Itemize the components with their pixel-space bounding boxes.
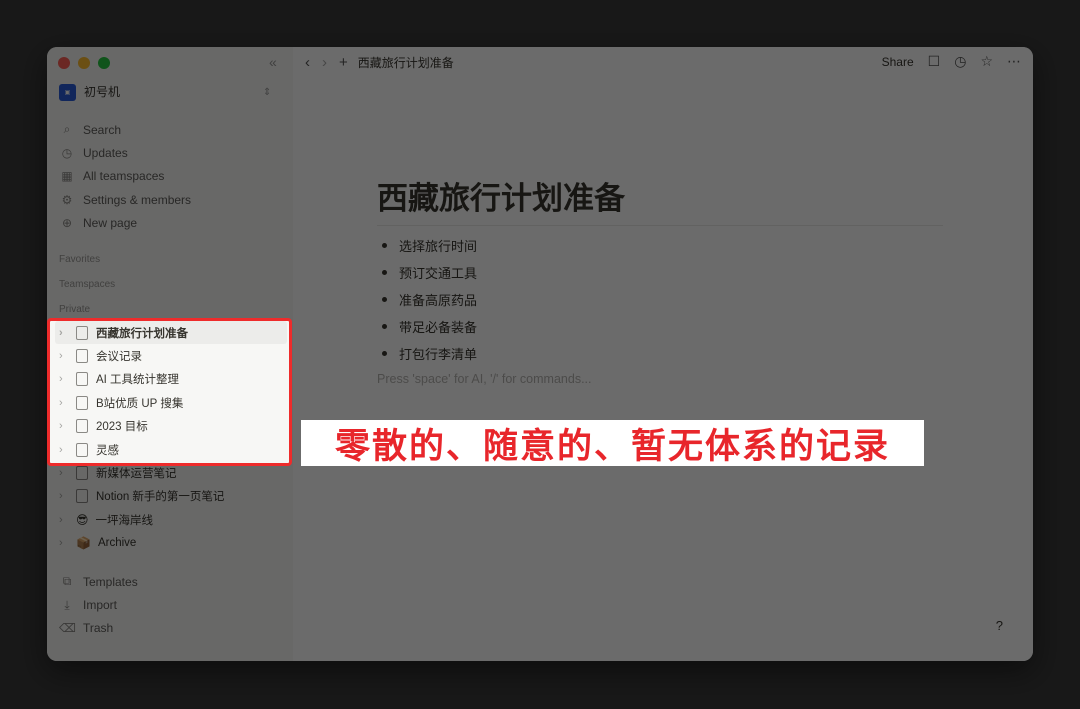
help-button[interactable]: ?	[996, 618, 1003, 633]
sidebar-item-templates[interactable]: ⧉ Templates	[59, 570, 138, 593]
minimize-window-button[interactable]	[78, 57, 90, 69]
templates-icon: ⧉	[62, 574, 72, 589]
star-icon[interactable]: ☆	[980, 53, 993, 70]
list-item-text: 选择旅行时间	[399, 239, 478, 254]
forward-icon[interactable]: ›	[322, 54, 327, 71]
sidebar-item-trash[interactable]: ⌫ Trash	[59, 617, 138, 640]
bullet-list: 选择旅行时间 预订交通工具 准备高原药品 带足必备装备 打包行李清单	[377, 232, 477, 367]
sidebar-item-label: Templates	[83, 574, 138, 589]
sidebar-item-import[interactable]: ⤓ Import	[59, 593, 138, 616]
list-item[interactable]: 准备高原药品	[377, 286, 477, 313]
sidebar-item-all-teamspaces[interactable]: ▦ All teamspaces	[59, 165, 191, 188]
annotation-callout: 零散的、随意的、暂无体系的记录	[301, 420, 924, 466]
list-item[interactable]: 选择旅行时间	[377, 232, 477, 259]
sidebar-item-settings[interactable]: ⚙ Settings & members	[59, 188, 191, 211]
section-favorites[interactable]: Favorites	[59, 254, 100, 265]
close-window-button[interactable]	[58, 57, 70, 69]
section-private[interactable]: Private	[59, 304, 90, 315]
more-icon[interactable]: ⋯	[1007, 53, 1021, 70]
sidebar-item-label: New page	[83, 216, 138, 231]
clock-icon: ◷	[61, 146, 73, 161]
page-title[interactable]: 西藏旅行计划准备	[377, 173, 625, 218]
list-item-text: 带足必备装备	[399, 320, 478, 335]
trash-icon: ⌫	[59, 621, 76, 636]
search-icon: ⌕	[63, 122, 71, 137]
page-label: Archive	[97, 537, 137, 550]
sidebar-page-item[interactable]: › 📦 Archive	[55, 532, 287, 555]
highlight-frame	[47, 318, 292, 466]
list-item-text: 预订交通工具	[399, 266, 478, 281]
page-label: Notion 新手的第一页笔记	[96, 491, 225, 504]
list-item[interactable]: 打包行李清单	[377, 340, 477, 367]
editor-placeholder[interactable]: Press 'space' for AI, '/' for commands..…	[377, 372, 591, 386]
comment-icon[interactable]: ☐	[928, 53, 941, 70]
share-button[interactable]: Share	[882, 55, 914, 69]
divider	[377, 225, 943, 226]
bullet-dot-icon	[382, 324, 387, 329]
add-page-icon[interactable]: +	[339, 54, 348, 71]
sidebar-item-label: Import	[83, 598, 118, 613]
plus-circle-icon: ⊕	[61, 216, 73, 231]
history-icon[interactable]: ◷	[954, 53, 966, 70]
sidebar-page-item[interactable]: › Notion 新手的第一页笔记	[55, 485, 287, 508]
list-item-text: 准备高原药品	[399, 293, 478, 308]
collapse-sidebar-icon[interactable]: «	[269, 54, 277, 70]
list-item[interactable]: 预订交通工具	[377, 259, 477, 286]
sidebar-item-label: Trash	[83, 621, 114, 636]
chevron-right-icon[interactable]: ›	[59, 514, 71, 526]
sidebar-item-search[interactable]: ⌕ Search	[59, 118, 191, 141]
maximize-window-button[interactable]	[98, 57, 110, 69]
sidebar-item-new-page[interactable]: ⊕ New page	[59, 212, 191, 235]
sidebar-item-label: All teamspaces	[83, 169, 165, 184]
chevron-right-icon[interactable]: ›	[59, 467, 71, 479]
bullet-dot-icon	[382, 243, 387, 248]
bullet-dot-icon	[382, 270, 387, 275]
sidebar-nav: ⌕ Search ◷ Updates ▦ All teamspaces ⚙ Se…	[59, 118, 191, 235]
import-icon: ⤓	[64, 597, 70, 612]
sidebar-item-updates[interactable]: ◷ Updates	[59, 141, 191, 164]
main-content: ‹ › + 西藏旅行计划准备 Share ☐ ◷ ☆ ⋯ 西藏旅行计划准备 选择…	[293, 47, 1033, 661]
sidebar-page-item[interactable]: › 😎 一坪海岸线	[55, 508, 287, 531]
page-label: 一坪海岸线	[95, 514, 154, 527]
top-bar: ‹ › + 西藏旅行计划准备 Share ☐ ◷ ☆ ⋯	[293, 47, 1033, 77]
gear-icon: ⚙	[61, 192, 73, 207]
workspace-logo-icon: ▣	[59, 84, 76, 101]
workspace-name: 初号机	[84, 85, 121, 99]
box-emoji-icon: 📦	[76, 536, 91, 551]
workspace-switch-icon[interactable]: ⇕	[263, 87, 271, 98]
grid-icon: ▦	[61, 169, 73, 184]
chevron-right-icon[interactable]: ›	[59, 537, 71, 549]
bullet-dot-icon	[382, 297, 387, 302]
page-label: 新媒体运营笔记	[96, 468, 177, 481]
section-teamspaces[interactable]: Teamspaces	[59, 279, 115, 290]
back-icon[interactable]: ‹	[305, 54, 310, 71]
page-icon	[76, 466, 88, 481]
sidebar-item-label: Search	[83, 122, 122, 137]
chevron-right-icon[interactable]: ›	[59, 490, 71, 502]
list-item[interactable]: 带足必备装备	[377, 313, 477, 340]
window-controls	[58, 57, 110, 69]
workspace-switcher[interactable]: ▣ 初号机	[59, 83, 120, 101]
list-item-text: 打包行李清单	[399, 347, 478, 362]
sidebar-item-label: Settings & members	[83, 192, 192, 207]
sidebar-bottom-nav: ⧉ Templates ⤓ Import ⌫ Trash	[59, 570, 138, 640]
sidebar-item-label: Updates	[83, 146, 128, 161]
sunglasses-emoji-icon: 😎	[76, 512, 89, 527]
topbar-actions: Share ☐ ◷ ☆ ⋯	[882, 53, 1021, 70]
bullet-dot-icon	[382, 351, 387, 356]
page-icon	[76, 489, 88, 504]
breadcrumb[interactable]: 西藏旅行计划准备	[358, 54, 454, 71]
